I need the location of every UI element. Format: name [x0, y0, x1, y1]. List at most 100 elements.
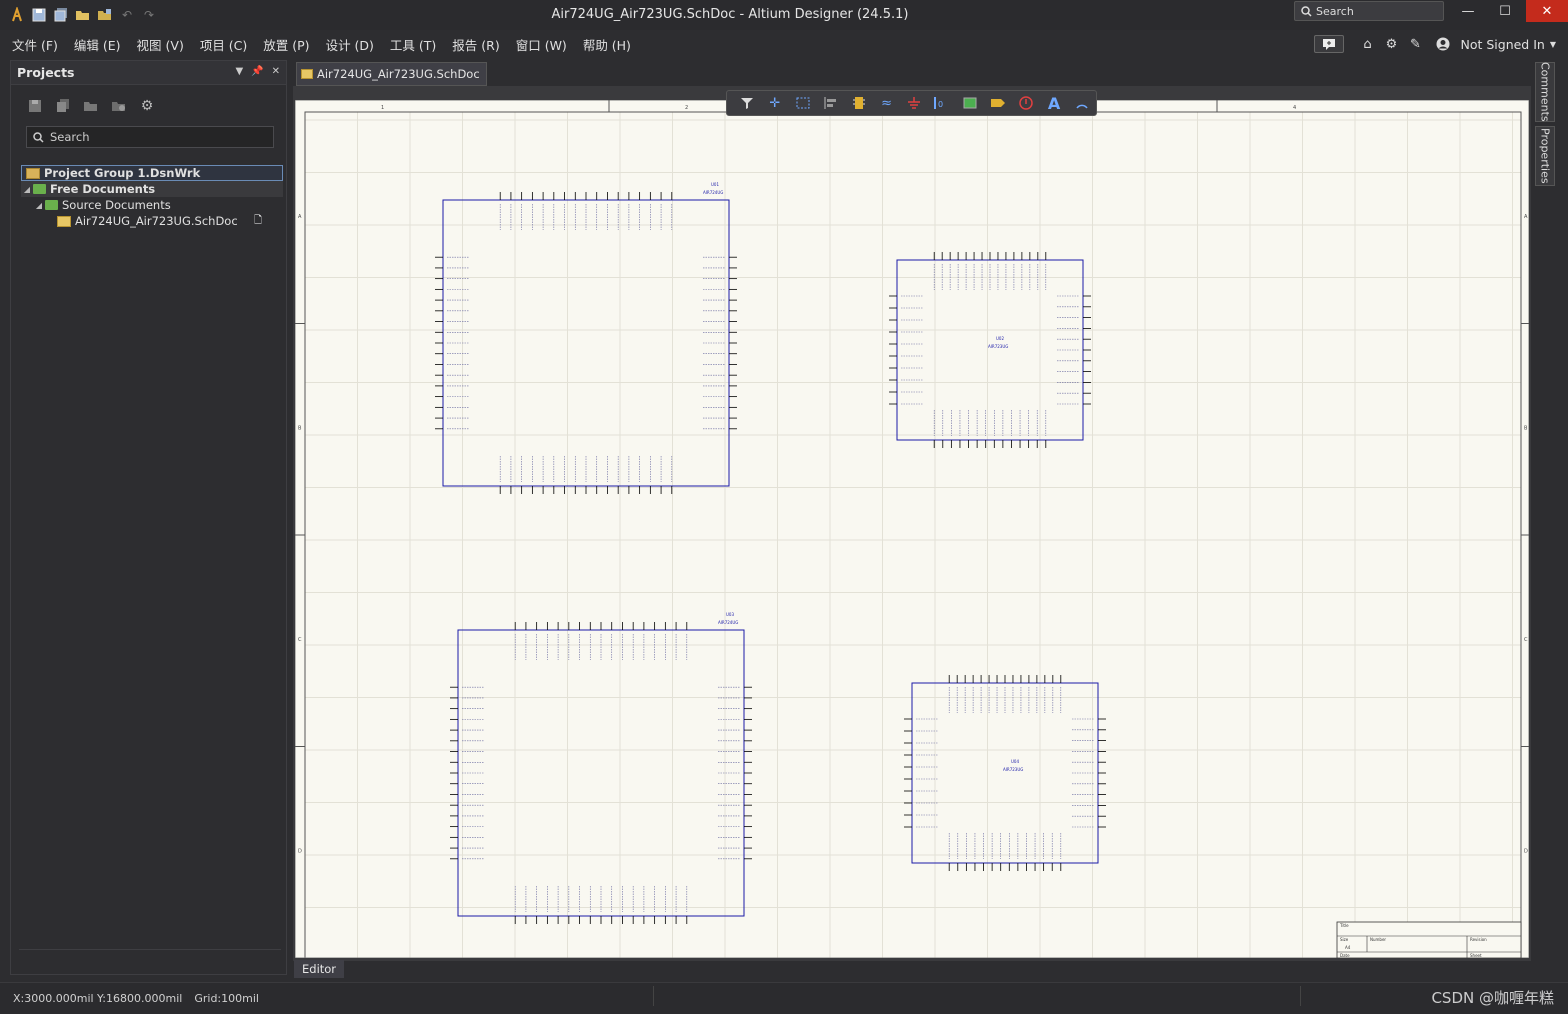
search-icon: [33, 131, 44, 143]
comment-button[interactable]: [1314, 35, 1345, 53]
menu-tools[interactable]: 工具 (T): [390, 35, 436, 54]
copy-project-icon[interactable]: [53, 97, 73, 115]
save-all-icon[interactable]: [52, 6, 70, 24]
tree-item-source-documents[interactable]: ◢ Source Documents: [21, 197, 283, 213]
save-project-icon[interactable]: [25, 97, 45, 115]
zone-row-label: C: [1524, 637, 1528, 643]
search-icon: [1301, 5, 1312, 17]
menu-bar: 文件 (F) 编辑 (E) 视图 (V) 项目 (C) 放置 (P) 设计 (D…: [0, 30, 1568, 58]
move-cross-icon[interactable]: ✛: [761, 92, 789, 114]
save-icon[interactable]: [30, 6, 48, 24]
place-wire-icon[interactable]: ≈: [873, 92, 901, 114]
document-tab-bar: Air724UG_Air723UG.SchDoc: [293, 60, 1528, 86]
zone-row-label: D: [1524, 848, 1528, 854]
right-panel-strip: Comments Properties: [1535, 62, 1557, 192]
close-button[interactable]: ✕: [1526, 0, 1568, 22]
menu-place[interactable]: 放置 (P): [263, 35, 309, 54]
zone-row-label: C: [298, 637, 302, 643]
projects-search-input[interactable]: Search: [26, 126, 274, 148]
user-sign-in-label[interactable]: Not Signed In: [1460, 37, 1544, 52]
menu-edit[interactable]: 编辑 (E): [74, 35, 121, 54]
project-group-icon: [26, 167, 40, 179]
tree-item-free-documents[interactable]: ◢ Free Documents: [21, 181, 283, 197]
filter-icon[interactable]: [733, 92, 761, 114]
gear-icon[interactable]: ⚙: [1380, 34, 1402, 54]
projects-panel-header: Projects ▼ 📌 ✕: [11, 61, 286, 85]
panel-pin-icon[interactable]: 📌: [251, 66, 263, 77]
minimize-button[interactable]: —: [1450, 0, 1486, 22]
zone-row-label: B: [298, 425, 302, 431]
projects-panel-toolbar: ⚙: [25, 97, 165, 115]
tab-comments[interactable]: Comments: [1535, 62, 1555, 122]
panel-close-icon[interactable]: ✕: [272, 66, 280, 77]
undo-icon[interactable]: ↶: [118, 6, 136, 24]
folder-icon: [45, 200, 58, 210]
component-designator: U04: [1011, 759, 1019, 764]
project-refresh-icon[interactable]: [109, 97, 129, 115]
status-bar: X:3000.000mil Y:16800.000mil Grid:100mil: [0, 982, 1568, 1014]
place-gnd-icon[interactable]: [901, 92, 929, 114]
place-port-icon[interactable]: 0: [928, 92, 956, 114]
menu-file[interactable]: 文件 (F): [12, 35, 58, 54]
title-block-title-label: Title: [1339, 923, 1349, 928]
tab-properties[interactable]: Properties: [1535, 126, 1555, 186]
place-part-icon[interactable]: [845, 92, 873, 114]
maximize-button[interactable]: ☐: [1487, 0, 1523, 22]
component-comment: AIR723UG: [1003, 767, 1023, 772]
menu-design[interactable]: 设计 (D): [326, 35, 374, 54]
tree-item-label: Free Documents: [50, 182, 156, 196]
menu-project[interactable]: 项目 (C): [200, 35, 247, 54]
place-sheet-symbol-icon[interactable]: [956, 92, 984, 114]
panel-settings-icon[interactable]: ⚙: [137, 97, 157, 115]
altium-designer-window: ↶ ↷ Air724UG_Air723UG.SchDoc - Altium De…: [0, 0, 1568, 1014]
comment-icon: [1323, 39, 1336, 50]
open-project-icon[interactable]: [96, 6, 114, 24]
svg-text:0: 0: [938, 100, 943, 109]
menu-help[interactable]: 帮助 (H): [583, 35, 631, 54]
tab-schdoc[interactable]: Air724UG_Air723UG.SchDoc: [296, 62, 487, 86]
zone-column-label: 2: [685, 105, 688, 111]
panel-menu-icon[interactable]: ▼: [235, 66, 243, 77]
notifications-off-icon[interactable]: ✎: [1404, 34, 1426, 54]
menu-view[interactable]: 视图 (V): [137, 35, 184, 54]
component-comment: AIR723UG: [988, 344, 1008, 349]
place-arc-icon[interactable]: [1068, 92, 1096, 114]
place-net-label-icon[interactable]: [984, 92, 1012, 114]
global-search-box[interactable]: Search: [1294, 1, 1444, 21]
home-icon[interactable]: ⌂: [1356, 34, 1378, 54]
projects-panel-footer: [19, 949, 281, 969]
open-folder-icon[interactable]: [74, 6, 92, 24]
tree-item-project-group[interactable]: Project Group 1.DsnWrk: [21, 165, 283, 181]
select-rectangle-icon[interactable]: [789, 92, 817, 114]
window-title: Air724UG_Air723UG.SchDoc - Altium Design…: [551, 7, 909, 22]
projects-search-placeholder: Search: [50, 130, 90, 144]
title-block-sheet-label: Sheet: [1470, 953, 1482, 958]
align-icon[interactable]: [817, 92, 845, 114]
schematic-doc-icon: [301, 69, 313, 79]
zone-row-label: B: [1524, 425, 1528, 431]
grid-size: Grid:100mil: [194, 992, 259, 1005]
projects-panel: Projects ▼ 📌 ✕ ⚙ Search Project Group 1.…: [10, 60, 287, 975]
tree-item-schdoc[interactable]: Air724UG_Air723UG.SchDoc 🗋: [21, 213, 283, 229]
active-bar-toolbar: ✛ ≈ 0 A: [726, 90, 1097, 116]
tree-item-label: Source Documents: [62, 198, 171, 212]
quick-access-toolbar: ↶ ↷: [8, 5, 162, 25]
menu-reports[interactable]: 报告 (R): [452, 35, 499, 54]
projects-tree: Project Group 1.DsnWrk ◢ Free Documents …: [21, 165, 283, 229]
user-dropdown-icon[interactable]: ▼: [1550, 40, 1556, 49]
schematic-sheet[interactable]: 1234AABBCCDDU01AIR724UGU02AIR723UGU03AIR…: [295, 100, 1529, 958]
collapse-arrow-icon[interactable]: ◢: [33, 201, 45, 210]
menu-window[interactable]: 窗口 (W): [516, 35, 567, 54]
project-folder-icon[interactable]: [81, 97, 101, 115]
redo-icon[interactable]: ↷: [140, 6, 158, 24]
schematic-canvas[interactable]: 1234AABBCCDDU01AIR724UGU02AIR723UGU03AIR…: [295, 100, 1529, 958]
collapse-arrow-icon[interactable]: ◢: [21, 185, 33, 194]
editor-tab[interactable]: Editor: [294, 960, 345, 978]
user-icon[interactable]: [1432, 34, 1454, 54]
place-directive-icon[interactable]: [1012, 92, 1040, 114]
tab-label: Air724UG_Air723UG.SchDoc: [317, 67, 480, 81]
tree-item-label: Air724UG_Air723UG.SchDoc: [75, 214, 238, 228]
zone-row-label: A: [1524, 214, 1528, 220]
place-text-icon[interactable]: A: [1040, 92, 1068, 114]
zone-column-label: 4: [1293, 105, 1296, 111]
